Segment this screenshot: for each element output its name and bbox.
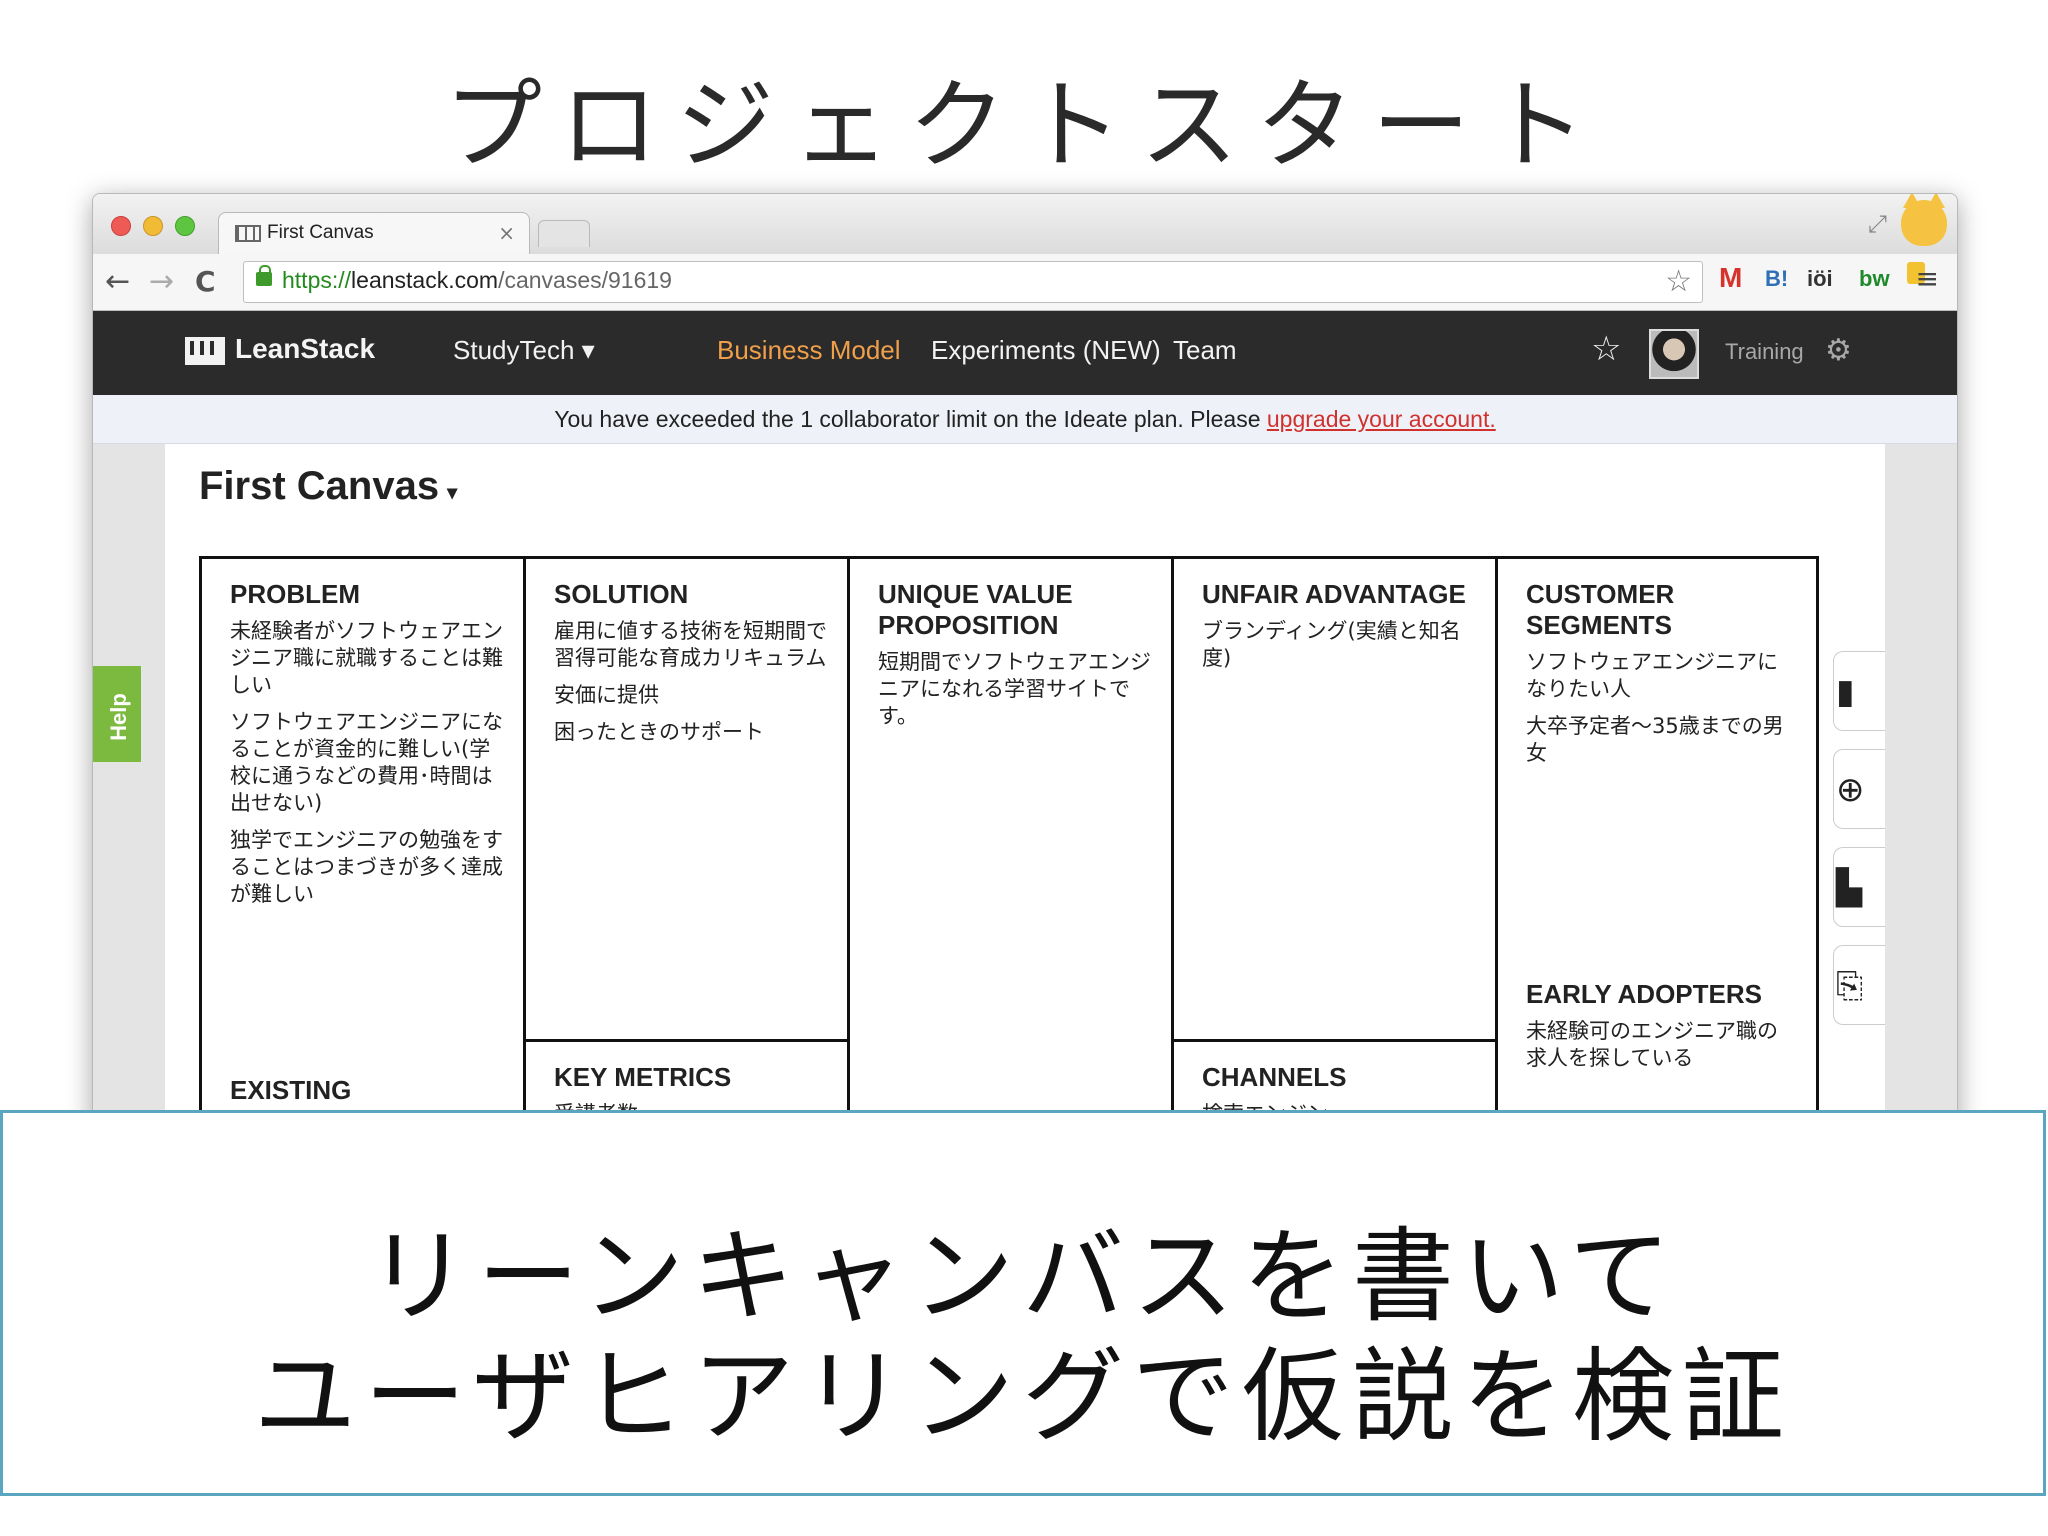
tab-title: First Canvas bbox=[267, 222, 374, 243]
export-icon[interactable]: ⎘ bbox=[1833, 945, 1885, 1025]
url-host: leanstack.com bbox=[351, 267, 499, 293]
minimize-window-button[interactable] bbox=[143, 216, 163, 236]
camera-extension-icon[interactable]: iöi bbox=[1807, 266, 1833, 292]
help-tab[interactable]: Help bbox=[93, 666, 141, 762]
cat-extension-icon[interactable] bbox=[1901, 194, 1947, 246]
problem-item: 独学でエンジニアの勉強をすることはつまづきが多く達成が難しい bbox=[230, 828, 503, 906]
chevron-down-icon[interactable]: ▾ bbox=[447, 482, 457, 504]
fullscreen-icon[interactable]: ⤢ bbox=[1868, 210, 1887, 238]
slide-title: プロジェクトスタート bbox=[443, 69, 1604, 183]
leanstack-logo-icon[interactable] bbox=[185, 337, 225, 365]
upgrade-account-link[interactable]: upgrade your account. bbox=[1267, 406, 1496, 432]
zoom-window-button[interactable] bbox=[175, 216, 195, 236]
reload-button[interactable]: C bbox=[195, 265, 216, 298]
tab-close-icon[interactable]: × bbox=[498, 221, 515, 245]
problem-item: ソフトウェアエンジニアになることが資金的に難しい(学校に通うなどの費用･時間は出… bbox=[230, 710, 503, 815]
solution-item: 雇用に値する技術を短期間で習得可能な育成カリキュラム bbox=[554, 619, 827, 670]
nav-experiments[interactable]: Experiments (NEW) bbox=[931, 335, 1161, 366]
customer-segments-item: ソフトウェアエンジニアになりたい人 bbox=[1526, 650, 1778, 701]
nav-team[interactable]: Team bbox=[1173, 335, 1237, 366]
url-path: /canvases/91619 bbox=[498, 267, 672, 293]
bw-extension-icon[interactable]: bw bbox=[1859, 266, 1890, 292]
app-header: LeanStack StudyTech ▾ Business Model Exp… bbox=[93, 311, 1957, 395]
leanstack-favicon-icon bbox=[235, 225, 261, 242]
browser-menu-icon[interactable]: ≡ bbox=[1916, 262, 1939, 295]
main-content: Help First Canvas ▾ PROBLEM 未経験者がソフトウェアエン… bbox=[93, 444, 1957, 1134]
user-avatar[interactable] bbox=[1649, 329, 1699, 379]
unfair-advantage-heading: UNFAIR ADVANTAGE bbox=[1202, 579, 1466, 609]
browser-toolbar: ← → C https://leanstack.com/canvases/916… bbox=[93, 254, 1957, 311]
solution-item: 困ったときのサポート bbox=[554, 720, 764, 744]
hatena-bookmark-icon[interactable]: B! bbox=[1765, 266, 1788, 292]
canvas-title[interactable]: First Canvas ▾ bbox=[199, 464, 457, 509]
problem-cell[interactable]: PROBLEM 未経験者がソフトウェアエンジニア職に就職することは難しい ソフト… bbox=[202, 559, 526, 1134]
lean-canvas-grid: PROBLEM 未経験者がソフトウェアエンジニア職に就職することは難しい ソフト… bbox=[199, 556, 1819, 1134]
caption-line-2: ユーザヒアリングで仮説を検証 bbox=[254, 1338, 1792, 1457]
customer-segments-item: 大卒予定者〜35歳までの男女 bbox=[1526, 714, 1784, 765]
bookmark-icon[interactable]: ▮ bbox=[1833, 651, 1885, 731]
uvp-item: 短期間でソフトウェアエンジニアになれる学習サイトです。 bbox=[878, 650, 1151, 728]
project-selector[interactable]: StudyTech ▾ bbox=[453, 335, 595, 366]
problem-item: 未経験者がソフトウェアエンジニア職に就職することは難しい bbox=[230, 619, 503, 697]
favorite-star-icon[interactable]: ☆ bbox=[1591, 329, 1621, 369]
early-adopters-section[interactable]: EARLY ADOPTERS 未経験可のエンジニア職の求人を探している bbox=[1498, 959, 1816, 1082]
close-window-button[interactable] bbox=[111, 216, 131, 236]
user-name[interactable]: Training bbox=[1725, 339, 1804, 365]
new-tab-button[interactable] bbox=[538, 220, 590, 247]
solution-heading: SOLUTION bbox=[554, 579, 689, 609]
unfair-advantage-item: ブランディング(実績と知名度) bbox=[1202, 619, 1461, 670]
address-bar[interactable]: https://leanstack.com/canvases/91619 ☆ bbox=[243, 261, 1703, 303]
browser-tab[interactable]: First Canvas × bbox=[218, 212, 530, 255]
canvas-title-text: First Canvas bbox=[199, 464, 440, 508]
gmail-icon[interactable]: M bbox=[1719, 262, 1742, 294]
canvas-side-toolbar: ▮ ⊕ ▙ ⎘ bbox=[1833, 651, 1885, 1043]
problem-heading: PROBLEM bbox=[230, 579, 360, 609]
uvp-heading: UNIQUE VALUE PROPOSITION bbox=[878, 579, 1073, 640]
help-label: Help bbox=[105, 693, 131, 741]
browser-window: First Canvas × ⤢ ← → C https://leanstack… bbox=[92, 193, 1958, 1135]
trash-icon[interactable]: ▙ bbox=[1833, 847, 1885, 927]
solution-item: 安価に提供 bbox=[554, 683, 659, 707]
unique-value-proposition-cell[interactable]: UNIQUE VALUE PROPOSITION 短期間でソフトウェアエンジニア… bbox=[850, 559, 1174, 1134]
app-logo[interactable]: LeanStack bbox=[235, 333, 375, 365]
alert-text: You have exceeded the 1 collaborator lim… bbox=[554, 406, 1267, 432]
settings-gear-icon[interactable]: ⚙ bbox=[1825, 333, 1852, 368]
early-adopters-heading: EARLY ADOPTERS bbox=[1526, 979, 1762, 1009]
bookmark-star-icon[interactable]: ☆ bbox=[1665, 264, 1692, 299]
canvas-page: First Canvas ▾ PROBLEM 未経験者がソフトウェアエンジニア職に… bbox=[165, 444, 1885, 1134]
nav-business-model[interactable]: Business Model bbox=[717, 335, 901, 366]
add-icon[interactable]: ⊕ bbox=[1833, 749, 1885, 829]
url-scheme: https:// bbox=[282, 267, 352, 293]
channels-heading: CHANNELS bbox=[1202, 1062, 1347, 1092]
early-adopters-item: 未経験可のエンジニア職の求人を探している bbox=[1526, 1019, 1778, 1070]
url-text: https://leanstack.com/canvases/91619 bbox=[282, 267, 672, 294]
key-metrics-heading: KEY METRICS bbox=[554, 1062, 732, 1092]
solution-cell[interactable]: SOLUTION 雇用に値する技術を短期間で習得可能な育成カリキュラム 安価に提… bbox=[526, 559, 850, 1039]
collaborator-limit-alert: You have exceeded the 1 collaborator lim… bbox=[93, 395, 1957, 444]
tab-bar: First Canvas × ⤢ bbox=[93, 194, 1957, 255]
caption-box: リーンキャンバスを書いて ユーザヒアリングで仮説を検証 bbox=[0, 1110, 2046, 1496]
customer-segments-heading: CUSTOMER SEGMENTS bbox=[1526, 579, 1675, 640]
lock-icon bbox=[256, 265, 272, 286]
back-button[interactable]: ← bbox=[105, 264, 130, 299]
forward-button[interactable]: → bbox=[149, 264, 174, 299]
existing-alternatives-heading: EXISTING bbox=[230, 1075, 352, 1105]
customer-segments-cell[interactable]: CUSTOMER SEGMENTS ソフトウェアエンジニアになりたい人 大卒予定… bbox=[1498, 559, 1816, 1134]
unfair-advantage-cell[interactable]: UNFAIR ADVANTAGE ブランディング(実績と知名度) bbox=[1174, 559, 1498, 1039]
